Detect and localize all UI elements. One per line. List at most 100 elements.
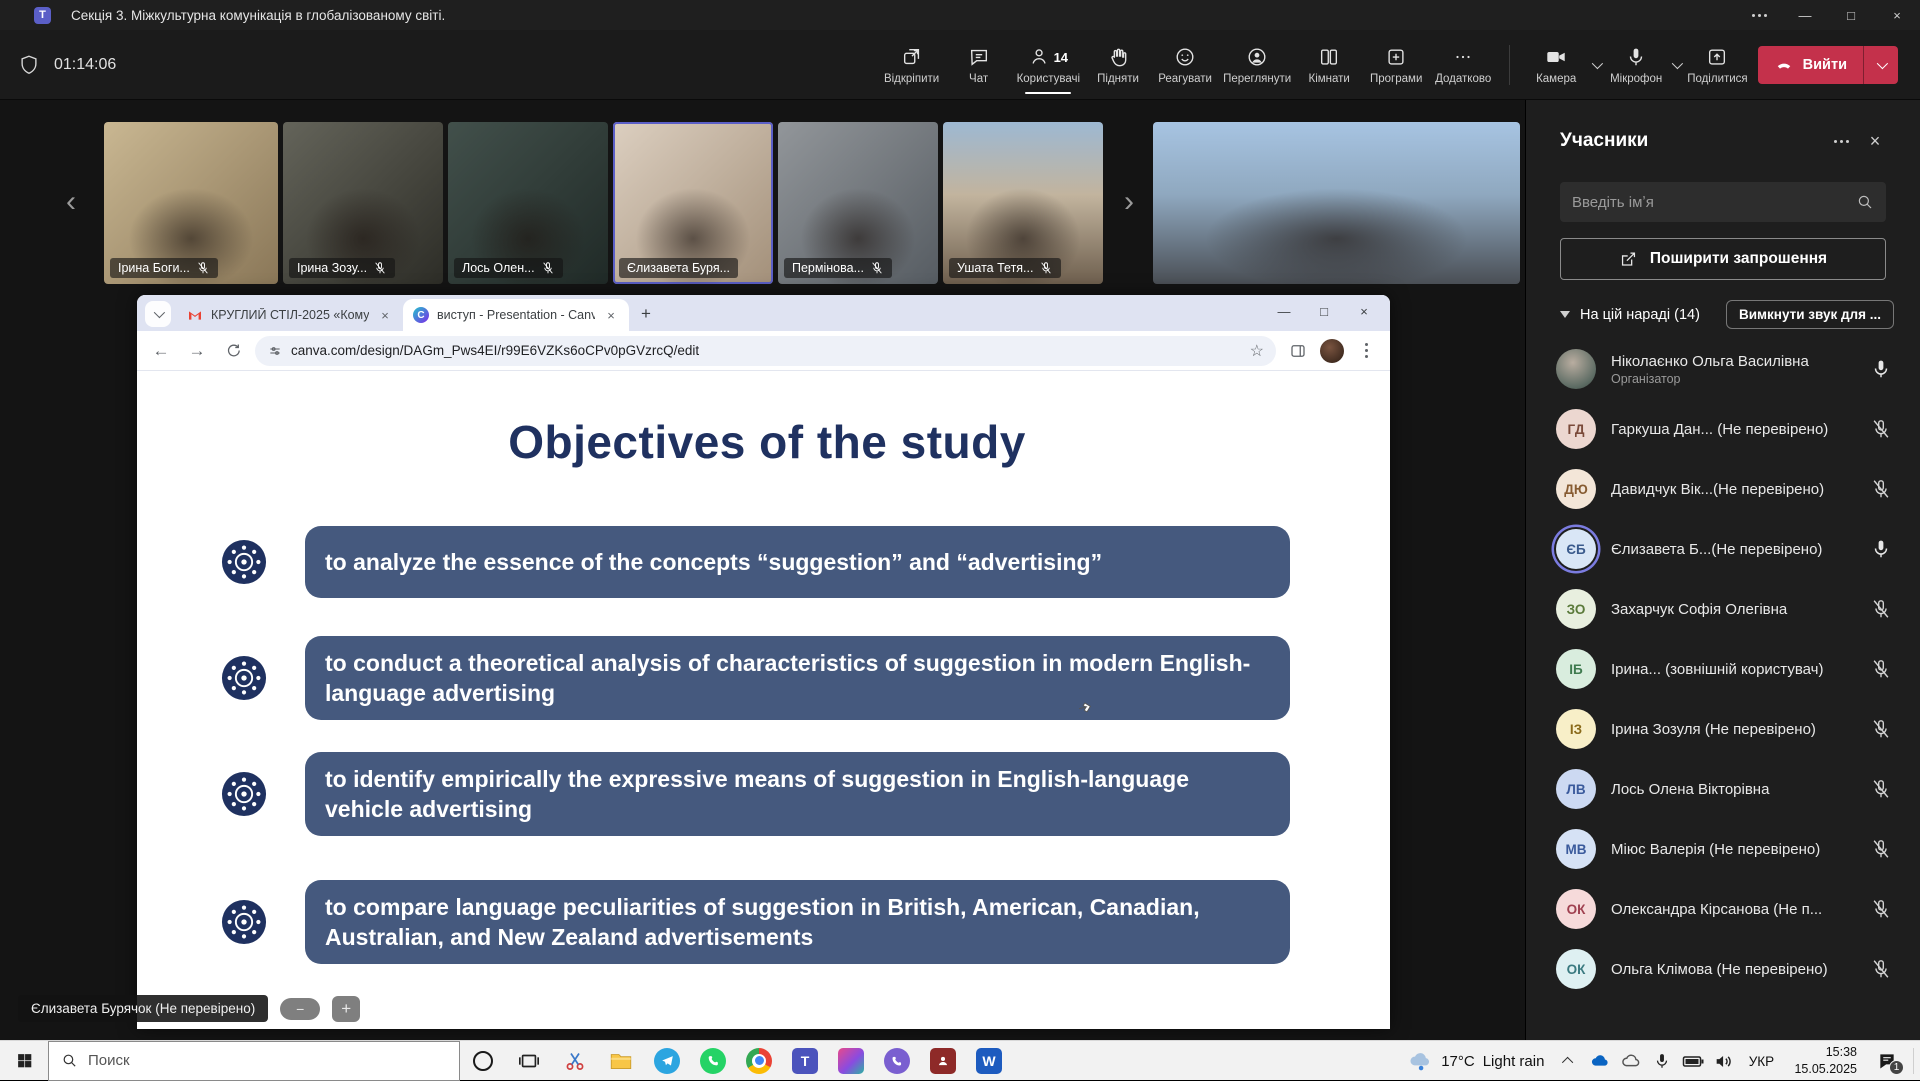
teams-icon[interactable]: T: [782, 1041, 828, 1081]
photos-icon[interactable]: [828, 1041, 874, 1081]
language-indicator[interactable]: УКР: [1743, 1041, 1779, 1081]
reload-icon[interactable]: [219, 337, 247, 365]
taskbar-search-input[interactable]: [88, 1052, 388, 1069]
browser-tab-gmail[interactable]: КРУГЛИЙ СТІЛ-2025 «Комунік ×: [177, 299, 403, 331]
react-button[interactable]: Реагувати: [1156, 34, 1214, 96]
participant-row[interactable]: ЛВ Лось Олена Вікторівна: [1526, 759, 1920, 819]
participant-row[interactable]: МВ Міюс Валерія (Не перевірено): [1526, 819, 1920, 879]
cortana-icon[interactable]: [460, 1041, 506, 1081]
mic-off-icon[interactable]: [1870, 598, 1892, 620]
more-button[interactable]: Додатково: [1434, 34, 1492, 96]
tray-expand-chevron[interactable]: [1557, 1041, 1581, 1081]
browser-minimize-button[interactable]: —: [1264, 297, 1304, 325]
taskbar-search[interactable]: [48, 1041, 460, 1081]
tab-close-icon[interactable]: ×: [603, 307, 619, 323]
browser-menu-icon[interactable]: [1352, 337, 1380, 365]
forward-icon[interactable]: →: [183, 337, 211, 365]
tray-mic-icon[interactable]: [1650, 1041, 1674, 1081]
unpin-button[interactable]: Відкріпити: [883, 34, 941, 96]
overlay-minus-button[interactable]: −: [280, 998, 320, 1020]
weather-widget[interactable]: 17°C Light rain: [1407, 1048, 1544, 1074]
participant-search-input[interactable]: [1572, 194, 1856, 211]
mic-options-chevron[interactable]: [1665, 45, 1687, 85]
mic-off-icon[interactable]: [1870, 418, 1892, 440]
snipping-tool-icon[interactable]: [552, 1041, 598, 1081]
mic-off-icon[interactable]: [1870, 718, 1892, 740]
mic-off-icon[interactable]: [1870, 478, 1892, 500]
task-view-icon[interactable]: [506, 1041, 552, 1081]
bookmark-star-icon[interactable]: ☆: [1250, 341, 1264, 361]
strip-next-icon[interactable]: ›: [1118, 182, 1140, 222]
raise-hand-button[interactable]: Підняти: [1089, 34, 1147, 96]
view-button[interactable]: Переглянути: [1223, 34, 1291, 96]
mic-off-icon[interactable]: [1870, 958, 1892, 980]
panel-close-icon[interactable]: ×: [1858, 126, 1892, 156]
participant-row-speaking[interactable]: ЄБ Єлизавета Б...(Не перевірено): [1526, 519, 1920, 579]
chat-button[interactable]: Чат: [950, 34, 1008, 96]
section-caret-icon[interactable]: [1560, 311, 1570, 318]
leave-options-chevron[interactable]: [1864, 61, 1898, 69]
camera-button[interactable]: Камера: [1527, 34, 1585, 96]
new-tab-button[interactable]: +: [633, 301, 659, 327]
mute-all-button[interactable]: Вимкнути звук для ...: [1726, 300, 1894, 329]
overlay-plus-button[interactable]: +: [332, 996, 360, 1022]
video-tile[interactable]: Лось Олен...: [448, 122, 608, 284]
video-tile[interactable]: Ірина Боги...: [104, 122, 278, 284]
video-tile-speaking[interactable]: Єлизавета Буря...: [613, 122, 773, 284]
action-center-icon[interactable]: 1: [1872, 1041, 1902, 1081]
window-minimize-button[interactable]: —: [1782, 0, 1828, 30]
window-more-icon[interactable]: [1736, 0, 1782, 30]
start-button[interactable]: [0, 1041, 48, 1081]
microphone-button[interactable]: Мікрофон: [1607, 34, 1665, 96]
participant-row[interactable]: ЗО Захарчук Софія Олегівна: [1526, 579, 1920, 639]
browser-maximize-button[interactable]: □: [1304, 297, 1344, 325]
volume-icon[interactable]: [1712, 1041, 1736, 1081]
back-icon[interactable]: ←: [147, 337, 175, 365]
side-panel-icon[interactable]: [1284, 337, 1312, 365]
file-explorer-icon[interactable]: [598, 1041, 644, 1081]
show-desktop-divider[interactable]: [1913, 1048, 1914, 1074]
browser-tab-canva[interactable]: C виступ - Presentation - Canva ×: [403, 299, 629, 331]
rooms-button[interactable]: Кімнати: [1300, 34, 1358, 96]
window-close-button[interactable]: ×: [1874, 0, 1920, 30]
mic-off-icon[interactable]: [1870, 898, 1892, 920]
onedrive-icon[interactable]: [1588, 1041, 1612, 1081]
cloud-sync-icon[interactable]: [1619, 1041, 1643, 1081]
participants-button[interactable]: 14 Користувачі: [1017, 34, 1080, 96]
browser-profile-avatar[interactable]: [1320, 339, 1344, 363]
apps-button[interactable]: Програми: [1367, 34, 1425, 96]
clock[interactable]: 15:38 15.05.2025: [1794, 1044, 1857, 1078]
address-bar[interactable]: canva.com/design/DAGm_Pws4EI/r99E6VZKs6o…: [255, 336, 1276, 366]
video-tile[interactable]: Пермінова...: [778, 122, 938, 284]
participant-row[interactable]: ОК Олександра Кірсанова (Не п...: [1526, 879, 1920, 939]
strip-prev-icon[interactable]: ‹: [60, 182, 82, 222]
browser-close-button[interactable]: ×: [1344, 297, 1384, 325]
participant-search[interactable]: [1560, 182, 1886, 222]
battery-icon[interactable]: [1681, 1041, 1705, 1081]
word-icon[interactable]: W: [966, 1041, 1012, 1081]
video-tile[interactable]: Ірина Зозу...: [283, 122, 443, 284]
viber-icon[interactable]: [874, 1041, 920, 1081]
participant-row[interactable]: Ніколаєнко Ольга ВасилівнаОрганізатор: [1526, 339, 1920, 399]
mic-off-icon[interactable]: [1870, 658, 1892, 680]
site-info-icon[interactable]: [267, 343, 283, 359]
video-tile-wide[interactable]: [1153, 122, 1520, 284]
mic-off-icon[interactable]: [1870, 838, 1892, 860]
panel-more-icon[interactable]: [1824, 126, 1858, 156]
leave-button[interactable]: Вийти: [1758, 46, 1898, 84]
telegram-icon[interactable]: [644, 1041, 690, 1081]
mic-off-icon[interactable]: [1870, 778, 1892, 800]
chrome-icon[interactable]: [736, 1041, 782, 1081]
meeting-app-icon[interactable]: [920, 1041, 966, 1081]
camera-options-chevron[interactable]: [1585, 45, 1607, 85]
share-button[interactable]: Поділитися: [1687, 34, 1747, 96]
participant-row[interactable]: ГД Гаркуша Дан... (Не перевірено): [1526, 399, 1920, 459]
mic-on-icon[interactable]: [1870, 358, 1892, 380]
participant-row[interactable]: ОК Ольга Клімова (Не перевірено): [1526, 939, 1920, 999]
window-maximize-button[interactable]: □: [1828, 0, 1874, 30]
mic-on-icon[interactable]: [1870, 538, 1892, 560]
whatsapp-icon[interactable]: [690, 1041, 736, 1081]
tab-search-chevron[interactable]: [145, 301, 171, 327]
participant-row[interactable]: ІБ Ірина... (зовнішній користувач): [1526, 639, 1920, 699]
share-invite-button[interactable]: Поширити запрошення: [1560, 238, 1886, 280]
